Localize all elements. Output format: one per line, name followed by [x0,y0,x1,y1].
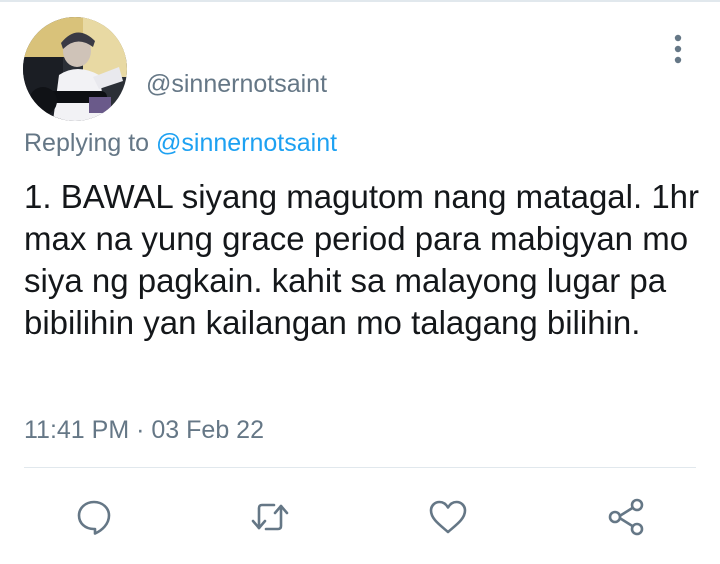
retweet-icon [251,503,289,531]
share-button[interactable] [604,495,648,539]
top-divider [0,0,720,2]
tweet-time: 11:41 PM [24,416,130,444]
share-icon [608,498,644,536]
replying-to-line: Replying to @sinnernotsaint [24,126,337,160]
reply-button[interactable] [72,495,116,539]
more-vertical-icon [674,34,682,64]
replying-prefix: Replying to [24,129,150,157]
timestamp: 11:41 PM · 03 Feb 22 [24,413,264,447]
more-options-button[interactable] [662,32,694,68]
like-button[interactable] [426,495,470,539]
retweet-button[interactable] [248,495,292,539]
actions-divider [24,467,696,468]
timestamp-separator: · [136,416,145,444]
author-handle[interactable]: @sinnernotsaint [146,68,327,100]
avatar-image [23,17,127,121]
reply-icon [77,500,111,535]
tweet-text: 1. BAWAL siyang magutom nang matagal. 1h… [24,178,700,341]
replying-mention-link[interactable]: @sinnernotsaint [156,129,337,157]
tweet-date: 03 Feb 22 [151,416,264,444]
avatar[interactable] [23,17,127,121]
like-icon [429,500,467,534]
